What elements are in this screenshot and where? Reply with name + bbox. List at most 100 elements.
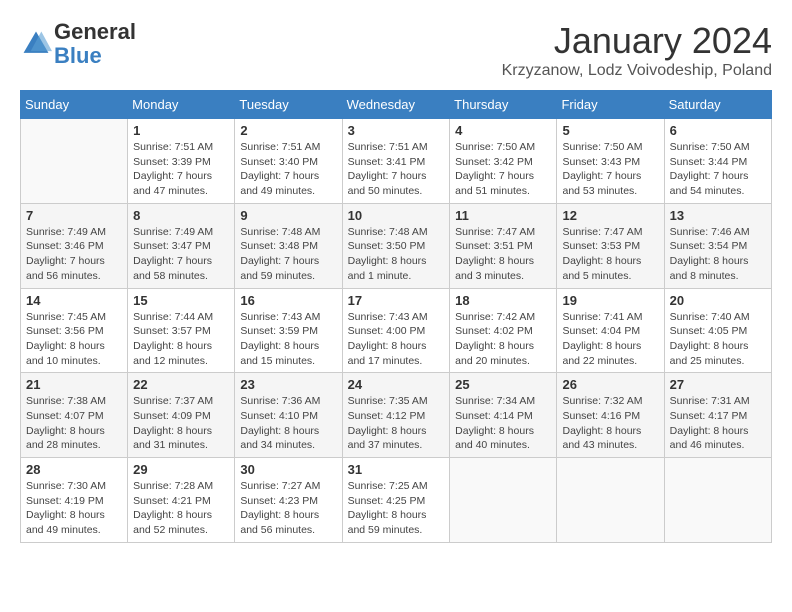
day-number: 8	[133, 208, 229, 223]
day-info: Sunrise: 7:32 AMSunset: 4:16 PMDaylight:…	[562, 395, 642, 451]
calendar-cell: 20 Sunrise: 7:40 AMSunset: 4:05 PMDaylig…	[664, 288, 771, 373]
day-number: 24	[348, 377, 445, 392]
day-number: 30	[240, 462, 336, 477]
day-info: Sunrise: 7:37 AMSunset: 4:09 PMDaylight:…	[133, 395, 213, 451]
calendar-cell: 30 Sunrise: 7:27 AMSunset: 4:23 PMDaylig…	[235, 458, 342, 543]
day-info: Sunrise: 7:28 AMSunset: 4:21 PMDaylight:…	[133, 480, 213, 536]
day-info: Sunrise: 7:48 AMSunset: 3:50 PMDaylight:…	[348, 226, 428, 282]
day-info: Sunrise: 7:43 AMSunset: 4:00 PMDaylight:…	[348, 311, 428, 367]
day-number: 6	[670, 123, 766, 138]
calendar-cell: 7 Sunrise: 7:49 AMSunset: 3:46 PMDayligh…	[21, 203, 128, 288]
day-number: 26	[562, 377, 658, 392]
page-header: General Blue January 2024 Krzyzanow, Lod…	[20, 20, 772, 80]
day-info: Sunrise: 7:51 AMSunset: 3:39 PMDaylight:…	[133, 141, 213, 197]
day-info: Sunrise: 7:44 AMSunset: 3:57 PMDaylight:…	[133, 311, 213, 367]
calendar-cell	[450, 458, 557, 543]
day-info: Sunrise: 7:40 AMSunset: 4:05 PMDaylight:…	[670, 311, 750, 367]
weekday-header-tuesday: Tuesday	[235, 91, 342, 119]
calendar-cell: 10 Sunrise: 7:48 AMSunset: 3:50 PMDaylig…	[342, 203, 450, 288]
calendar-week-row: 7 Sunrise: 7:49 AMSunset: 3:46 PMDayligh…	[21, 203, 772, 288]
day-info: Sunrise: 7:45 AMSunset: 3:56 PMDaylight:…	[26, 311, 106, 367]
calendar-cell: 15 Sunrise: 7:44 AMSunset: 3:57 PMDaylig…	[128, 288, 235, 373]
day-number: 2	[240, 123, 336, 138]
day-number: 5	[562, 123, 658, 138]
weekday-header-row: SundayMondayTuesdayWednesdayThursdayFrid…	[21, 91, 772, 119]
day-number: 21	[26, 377, 122, 392]
weekday-header-thursday: Thursday	[450, 91, 557, 119]
day-number: 18	[455, 293, 551, 308]
weekday-header-monday: Monday	[128, 91, 235, 119]
day-info: Sunrise: 7:34 AMSunset: 4:14 PMDaylight:…	[455, 395, 535, 451]
day-info: Sunrise: 7:50 AMSunset: 3:44 PMDaylight:…	[670, 141, 750, 197]
calendar-cell: 23 Sunrise: 7:36 AMSunset: 4:10 PMDaylig…	[235, 373, 342, 458]
day-number: 15	[133, 293, 229, 308]
calendar-cell: 22 Sunrise: 7:37 AMSunset: 4:09 PMDaylig…	[128, 373, 235, 458]
day-info: Sunrise: 7:46 AMSunset: 3:54 PMDaylight:…	[670, 226, 750, 282]
calendar-cell: 3 Sunrise: 7:51 AMSunset: 3:41 PMDayligh…	[342, 119, 450, 204]
calendar-cell: 25 Sunrise: 7:34 AMSunset: 4:14 PMDaylig…	[450, 373, 557, 458]
logo-icon	[20, 28, 52, 60]
day-info: Sunrise: 7:41 AMSunset: 4:04 PMDaylight:…	[562, 311, 642, 367]
day-number: 11	[455, 208, 551, 223]
calendar-cell	[664, 458, 771, 543]
calendar-cell: 21 Sunrise: 7:38 AMSunset: 4:07 PMDaylig…	[21, 373, 128, 458]
calendar-cell: 17 Sunrise: 7:43 AMSunset: 4:00 PMDaylig…	[342, 288, 450, 373]
calendar-cell: 19 Sunrise: 7:41 AMSunset: 4:04 PMDaylig…	[557, 288, 664, 373]
calendar-cell: 26 Sunrise: 7:32 AMSunset: 4:16 PMDaylig…	[557, 373, 664, 458]
calendar-cell: 5 Sunrise: 7:50 AMSunset: 3:43 PMDayligh…	[557, 119, 664, 204]
calendar-cell: 14 Sunrise: 7:45 AMSunset: 3:56 PMDaylig…	[21, 288, 128, 373]
day-number: 23	[240, 377, 336, 392]
month-title: January 2024	[502, 20, 772, 62]
calendar-cell: 16 Sunrise: 7:43 AMSunset: 3:59 PMDaylig…	[235, 288, 342, 373]
day-number: 3	[348, 123, 445, 138]
calendar-cell: 2 Sunrise: 7:51 AMSunset: 3:40 PMDayligh…	[235, 119, 342, 204]
day-number: 22	[133, 377, 229, 392]
day-number: 10	[348, 208, 445, 223]
calendar-table: SundayMondayTuesdayWednesdayThursdayFrid…	[20, 90, 772, 543]
logo: General Blue	[20, 20, 136, 68]
calendar-cell: 9 Sunrise: 7:48 AMSunset: 3:48 PMDayligh…	[235, 203, 342, 288]
day-number: 31	[348, 462, 445, 477]
day-number: 12	[562, 208, 658, 223]
day-number: 25	[455, 377, 551, 392]
calendar-cell	[557, 458, 664, 543]
logo-text: General Blue	[54, 20, 136, 68]
calendar-cell: 4 Sunrise: 7:50 AMSunset: 3:42 PMDayligh…	[450, 119, 557, 204]
day-number: 29	[133, 462, 229, 477]
calendar-cell: 1 Sunrise: 7:51 AMSunset: 3:39 PMDayligh…	[128, 119, 235, 204]
day-info: Sunrise: 7:35 AMSunset: 4:12 PMDaylight:…	[348, 395, 428, 451]
day-info: Sunrise: 7:51 AMSunset: 3:41 PMDaylight:…	[348, 141, 428, 197]
day-info: Sunrise: 7:43 AMSunset: 3:59 PMDaylight:…	[240, 311, 320, 367]
logo-general: General	[54, 19, 136, 44]
day-info: Sunrise: 7:49 AMSunset: 3:47 PMDaylight:…	[133, 226, 213, 282]
logo-blue: Blue	[54, 43, 102, 68]
calendar-cell	[21, 119, 128, 204]
calendar-cell: 8 Sunrise: 7:49 AMSunset: 3:47 PMDayligh…	[128, 203, 235, 288]
calendar-cell: 11 Sunrise: 7:47 AMSunset: 3:51 PMDaylig…	[450, 203, 557, 288]
location: Krzyzanow, Lodz Voivodeship, Poland	[502, 62, 772, 80]
calendar-cell: 12 Sunrise: 7:47 AMSunset: 3:53 PMDaylig…	[557, 203, 664, 288]
day-number: 9	[240, 208, 336, 223]
calendar-cell: 27 Sunrise: 7:31 AMSunset: 4:17 PMDaylig…	[664, 373, 771, 458]
day-number: 4	[455, 123, 551, 138]
day-info: Sunrise: 7:51 AMSunset: 3:40 PMDaylight:…	[240, 141, 320, 197]
calendar-cell: 24 Sunrise: 7:35 AMSunset: 4:12 PMDaylig…	[342, 373, 450, 458]
day-info: Sunrise: 7:25 AMSunset: 4:25 PMDaylight:…	[348, 480, 428, 536]
day-info: Sunrise: 7:47 AMSunset: 3:53 PMDaylight:…	[562, 226, 642, 282]
day-info: Sunrise: 7:48 AMSunset: 3:48 PMDaylight:…	[240, 226, 320, 282]
day-number: 28	[26, 462, 122, 477]
calendar-week-row: 21 Sunrise: 7:38 AMSunset: 4:07 PMDaylig…	[21, 373, 772, 458]
day-info: Sunrise: 7:42 AMSunset: 4:02 PMDaylight:…	[455, 311, 535, 367]
calendar-cell: 31 Sunrise: 7:25 AMSunset: 4:25 PMDaylig…	[342, 458, 450, 543]
weekday-header-saturday: Saturday	[664, 91, 771, 119]
calendar-week-row: 28 Sunrise: 7:30 AMSunset: 4:19 PMDaylig…	[21, 458, 772, 543]
weekday-header-friday: Friday	[557, 91, 664, 119]
weekday-header-wednesday: Wednesday	[342, 91, 450, 119]
day-info: Sunrise: 7:50 AMSunset: 3:43 PMDaylight:…	[562, 141, 642, 197]
calendar-cell: 6 Sunrise: 7:50 AMSunset: 3:44 PMDayligh…	[664, 119, 771, 204]
day-number: 1	[133, 123, 229, 138]
calendar-week-row: 1 Sunrise: 7:51 AMSunset: 3:39 PMDayligh…	[21, 119, 772, 204]
day-info: Sunrise: 7:50 AMSunset: 3:42 PMDaylight:…	[455, 141, 535, 197]
day-number: 13	[670, 208, 766, 223]
day-number: 16	[240, 293, 336, 308]
